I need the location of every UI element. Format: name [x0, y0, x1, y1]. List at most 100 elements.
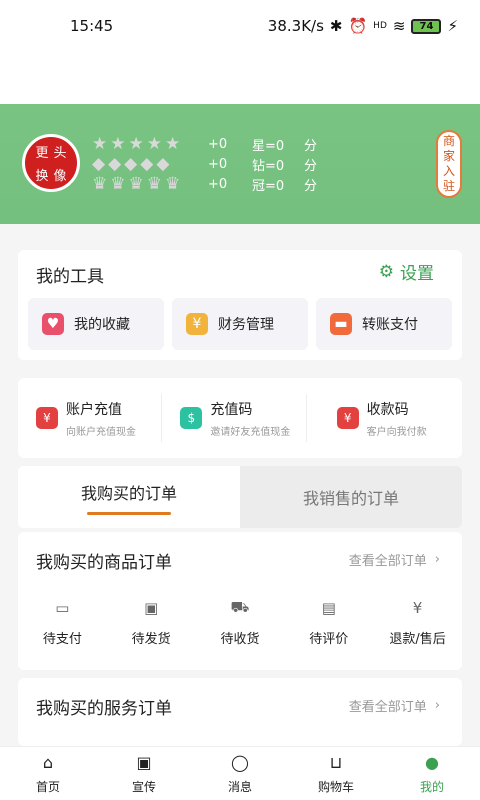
cart-icon: ⊔	[329, 753, 343, 772]
crown-icon: ♛ ♛ ♛ ♛ ♛	[92, 174, 181, 194]
order-status-pending-payment[interactable]: ▭ 待支付	[22, 598, 102, 647]
gear-icon: ⚙	[378, 261, 394, 282]
order-status-pending-receipt[interactable]: ⛟ 待收货	[200, 598, 280, 647]
tab-underline	[87, 511, 171, 515]
view-all-service-orders-link[interactable]: 查看全部订单 ›	[349, 696, 440, 715]
nav-messages[interactable]: ◯ 消息	[210, 747, 270, 800]
view-all-label: 查看全部订单	[348, 554, 427, 569]
tool-label: 财务管理	[218, 317, 274, 333]
pay-title: 账户充值	[66, 401, 122, 418]
view-all-goods-orders-link[interactable]: 查看全部订单 ›	[349, 550, 440, 569]
goods-orders-card: 我购买的商品订单 查看全部订单 › ▭ 待支付 ▣ 待发货 ⛟ 待收货 ▤ 待评…	[18, 532, 462, 670]
nav-promo[interactable]: ▣ 宣传	[114, 747, 174, 800]
order-status-label: 待发货	[131, 632, 171, 647]
rating-plus: +0	[208, 176, 228, 192]
order-status-label: 待评价	[309, 632, 349, 647]
order-status-pending-review[interactable]: ▤ 待评价	[289, 598, 369, 647]
rating-plus: +0	[208, 136, 228, 152]
home-icon: ⌂	[42, 753, 54, 772]
tools-title: 我的工具	[36, 267, 104, 287]
status-icons: 38.3K/s ✱ ⏰ HD ≋ 74 ⚡	[268, 17, 458, 35]
bluetooth-icon: ✱	[329, 17, 343, 35]
payment-card: ¥ 账户充值 向账户充值现金 $ 充值码 邀请好友充值现金 ¥ 收款码 客户向我…	[18, 378, 462, 458]
order-status-label: 待收货	[220, 632, 260, 647]
wallet-outline-icon: ▭	[55, 599, 70, 617]
profile-icon: ●	[425, 753, 439, 772]
order-status-label: 退款/售后	[389, 632, 446, 647]
rating-plus: +0	[208, 156, 228, 172]
tool-label: 我的收藏	[74, 317, 130, 333]
rating-unit: 分	[304, 138, 318, 154]
nav-home[interactable]: ⌂ 首页	[18, 747, 78, 800]
tab-buy-orders[interactable]: 我购买的订单	[18, 466, 240, 528]
pay-texts: 充值码 邀请好友充值现金	[210, 399, 290, 438]
pay-texts: 收款码 客户向我付款	[367, 399, 427, 438]
tools-card: 我的工具 ⚙ 设置 ♥ 我的收藏 ¥ 财务管理 ▬ 转账支付	[18, 250, 462, 360]
settings-button[interactable]: ⚙ 设置	[378, 259, 434, 285]
nav-label: 消息	[227, 779, 252, 794]
rating-unit: 分	[304, 178, 318, 194]
tool-finance[interactable]: ¥ 财务管理	[172, 298, 308, 350]
refund-icon: ¥	[412, 599, 423, 617]
transfer-icon: ▬	[330, 313, 352, 335]
order-status-pending-shipment[interactable]: ▣ 待发货	[111, 598, 191, 647]
nav-label: 宣传	[131, 779, 156, 794]
box-icon: ▣	[144, 599, 159, 617]
nav-cart[interactable]: ⊔ 购物车	[306, 747, 366, 800]
receive-code-item[interactable]: ¥ 收款码 客户向我付款	[307, 394, 462, 442]
avatar-char: 像	[53, 169, 67, 184]
status-bar: 15:45 38.3K/s ✱ ⏰ HD ≋ 74 ⚡	[0, 0, 480, 52]
tool-transfer[interactable]: ▬ 转账支付	[316, 298, 452, 350]
bottom-navigation: ⌂ 首页 ▣ 宣传 ◯ 消息 ⊔ 购物车 ● 我的	[0, 746, 480, 800]
battery-icon: 74	[411, 18, 442, 34]
comment-icon: ▤	[321, 599, 336, 617]
rating-label: 星=0	[252, 138, 285, 154]
tool-label: 转账支付	[362, 317, 418, 333]
order-status-refund[interactable]: ¥ 退款/售后	[378, 598, 458, 647]
finance-icon: ¥	[186, 313, 208, 335]
wifi-icon: ≋	[392, 17, 406, 35]
diamond-icon: ◆ ◆ ◆ ◆ ◆	[92, 154, 170, 174]
receive-icon: ¥	[336, 407, 359, 429]
tool-favorites[interactable]: ♥ 我的收藏	[28, 298, 164, 350]
promo-icon: ▣	[136, 753, 152, 772]
rating-label: 钻=0	[252, 158, 285, 174]
wallet-icon: ¥	[36, 407, 58, 429]
pay-desc: 客户向我付款	[366, 426, 427, 438]
tab-label: 我购买的订单	[80, 483, 177, 503]
nav-label: 购物车	[317, 779, 354, 794]
truck-icon: ⛟	[230, 598, 250, 616]
settings-label: 设置	[400, 264, 434, 284]
nav-profile[interactable]: ● 我的	[402, 747, 462, 800]
view-all-label: 查看全部订单	[348, 700, 427, 715]
tool-list: ♥ 我的收藏 ¥ 财务管理 ▬ 转账支付	[28, 298, 452, 350]
pay-desc: 向账户充值现金	[66, 426, 136, 438]
order-status-list: ▭ 待支付 ▣ 待发货 ⛟ 待收货 ▤ 待评价 ¥ 退款/售后	[18, 598, 462, 647]
tab-label: 我销售的订单	[302, 489, 399, 508]
rating-label: 冠=0	[252, 178, 285, 194]
star-icon: ★ ★ ★ ★ ★	[92, 134, 181, 154]
tab-sell-orders[interactable]: 我销售的订单	[240, 466, 462, 528]
merchant-join-button[interactable]: 商 家 入 驻	[436, 130, 462, 198]
avatar-char: 更	[35, 146, 49, 161]
service-orders-card: 我购买的服务订单 查看全部订单 ›	[18, 678, 462, 746]
recharge-item[interactable]: ¥ 账户充值 向账户充值现金	[18, 394, 163, 442]
nav-label: 首页	[35, 779, 60, 794]
order-tabs: 我购买的订单 我销售的订单	[18, 466, 462, 528]
pay-title: 收款码	[366, 401, 409, 418]
nav-label: 我的	[419, 779, 444, 794]
order-status-label: 待支付	[42, 632, 82, 647]
top-spacer	[0, 52, 480, 104]
rating-summary: ★ ★ ★ ★ ★ +0 星=0 分 ◆ ◆ ◆ ◆ ◆ +0 钻=0 分 ♛ ♛ ♛ ♛ ♛ +0 冠…	[92, 134, 432, 194]
charging-icon: ⚡	[447, 17, 458, 35]
recharge-code-item[interactable]: $ 充值码 邀请好友充值现金	[162, 394, 307, 442]
status-time: 15:45	[70, 17, 114, 35]
chevron-right-icon: ›	[434, 552, 440, 567]
rating-row-diamond: ◆ ◆ ◆ ◆ ◆ +0 钻=0 分	[92, 154, 432, 174]
avatar[interactable]: 更 头 换 像	[22, 134, 80, 192]
pay-title: 充值码	[210, 401, 253, 418]
heart-icon: ♥	[42, 313, 64, 335]
pay-desc: 邀请好友充值现金	[210, 426, 291, 438]
rating-unit: 分	[304, 158, 318, 174]
goods-orders-title: 我购买的商品订单	[36, 553, 172, 573]
